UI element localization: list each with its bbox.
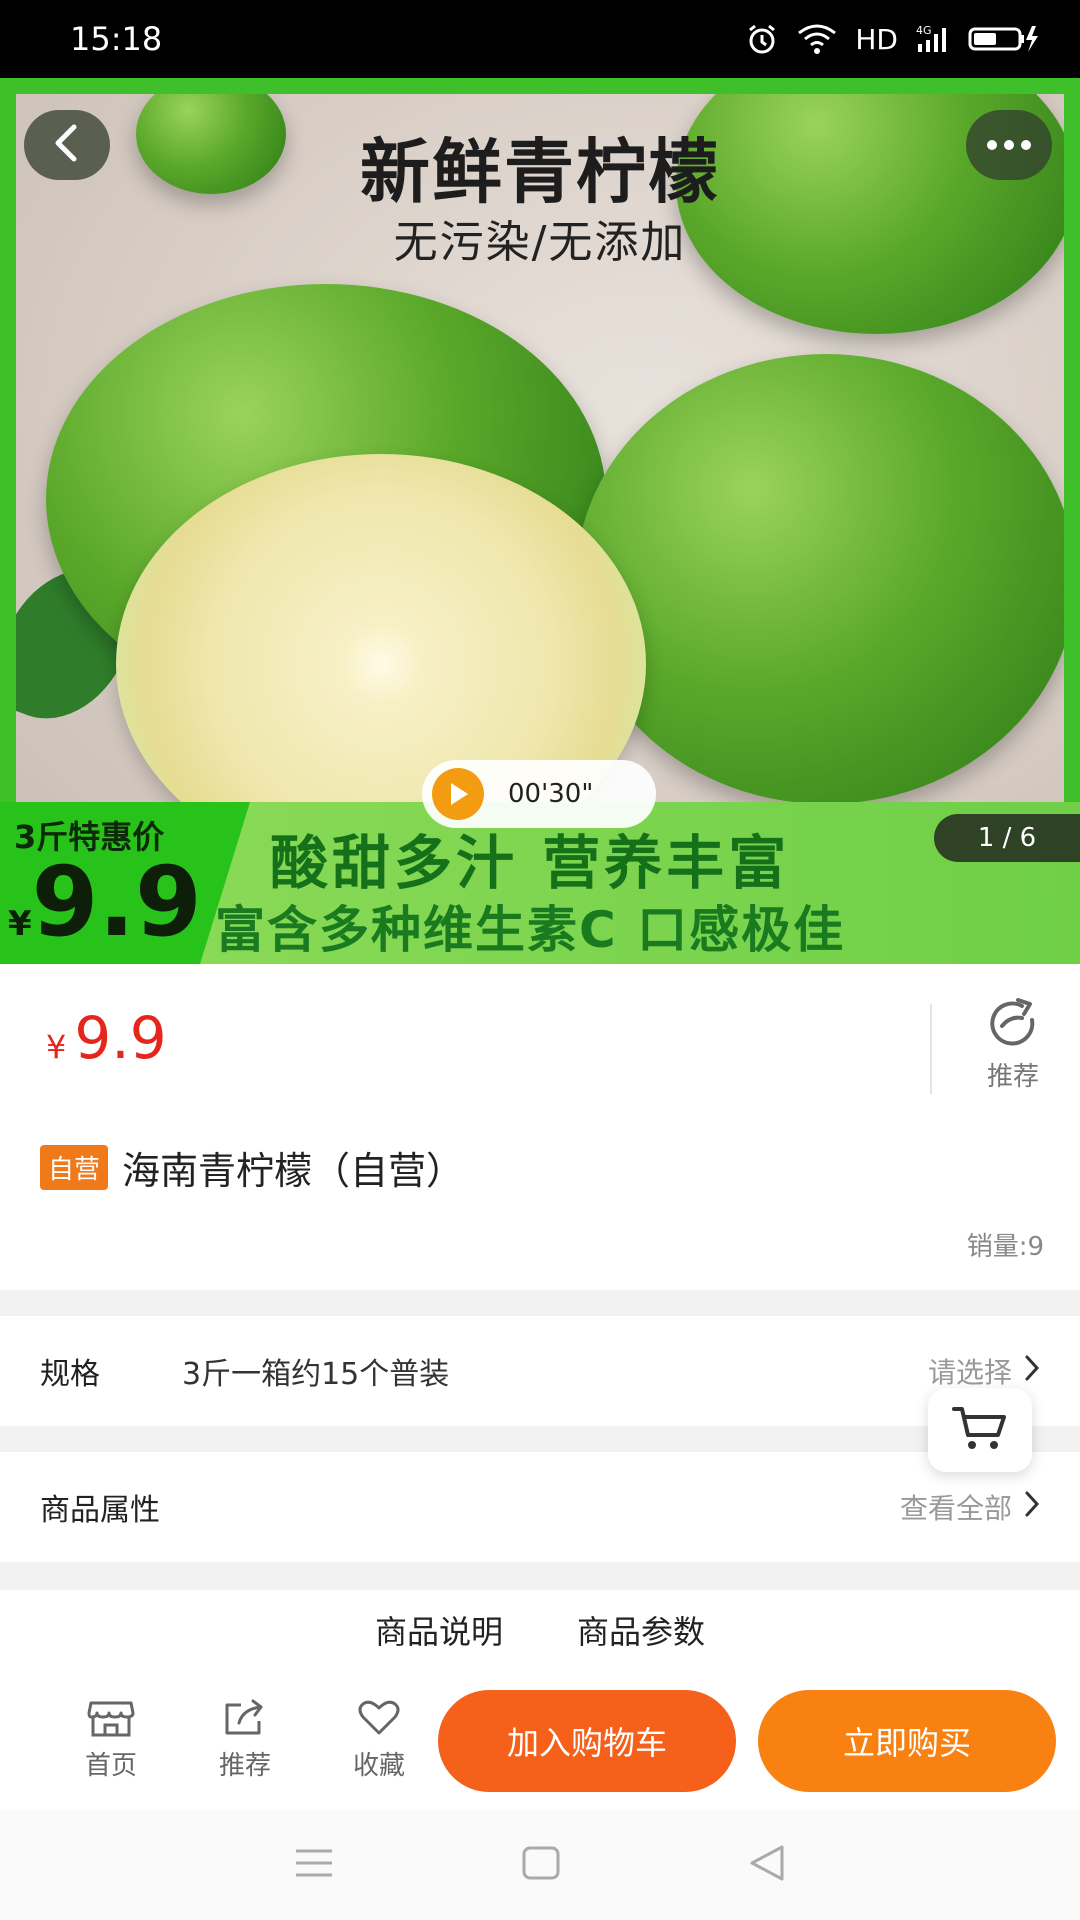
product-title: 海南青柠檬（自营） [122,1149,465,1193]
add-to-cart-button[interactable]: 加入购物车 [438,1690,736,1792]
attributes-label: 商品属性 [40,1493,160,1528]
favorite-label: 收藏 [352,1750,405,1781]
alarm-icon [745,22,779,56]
view-all-attributes[interactable]: 查看全部 [900,1487,1040,1527]
chevron-left-icon [52,123,82,167]
home-button[interactable]: 首页 [44,1699,178,1782]
recommend-button[interactable]: 推荐 [178,1699,312,1782]
share-refresh-icon [984,998,1042,1052]
product-attributes-row[interactable]: 商品属性 查看全部 [0,1452,1080,1562]
promo-currency: ¥ [8,904,32,944]
floating-cart-button[interactable] [928,1388,1032,1472]
store-icon [87,1699,135,1741]
favorite-button[interactable]: 收藏 [312,1699,446,1782]
signal-icon: 4G [916,24,950,54]
price-card: ¥9.9 推荐 自营 海南青柠檬（自营） 销量:9 [0,964,1080,1290]
tab-description[interactable]: 商品说明 [375,1607,503,1653]
product-price: ¥9.9 [46,1004,167,1072]
view-all-label: 查看全部 [899,1492,1012,1525]
lime-decoration [576,354,1064,804]
recommend-button-label: 推荐 [218,1750,271,1781]
product-detail-page: 15:18 HD 4G 新鲜青柠檬 无污染/无添加 3斤特惠价 ¥9.9 酸甜多… [0,0,1080,1920]
chevron-right-icon [1024,1490,1040,1525]
promo-price: ¥9.9 [8,854,202,950]
play-icon [432,768,484,820]
promo-line-1: 酸甜多汁 营养丰富 [270,829,791,897]
self-operated-badge: 自营 [40,1145,109,1190]
play-video-button[interactable]: 00'30" [422,760,656,828]
buy-now-button[interactable]: 立即购买 [758,1690,1056,1792]
spec-choose-label: 请选择 [927,1356,1012,1389]
tab-parameters[interactable]: 商品参数 [577,1607,705,1653]
sales-count: 销量:9 [966,1232,1044,1262]
status-bar: 15:18 HD 4G [0,0,1080,78]
spec-choose[interactable]: 请选择 [928,1351,1040,1391]
promo-price-value: 9.9 [31,846,202,958]
status-time: 15:18 [70,20,163,58]
image-page-indicator: 1 / 6 [934,814,1080,862]
more-button[interactable] [966,110,1052,180]
hd-indicator: HD [855,22,898,56]
price-value: 9.9 [74,1004,167,1072]
bottom-action-bar: 首页 推荐 收藏 加入购物车 立即购买 [0,1670,1080,1810]
spec-value: 3斤一箱约15个普装 [182,1357,450,1392]
system-navigation-bar [0,1810,1080,1920]
home-label: 首页 [84,1750,137,1781]
product-title-row: 自营 海南青柠檬（自营） [40,1140,464,1195]
share-icon [223,1699,267,1741]
recommend-label: 推荐 [986,1062,1039,1092]
chevron-right-icon [1024,1354,1040,1389]
back-nav-icon[interactable] [748,1845,786,1885]
more-horizontal-icon [986,136,1032,155]
wifi-icon [797,23,837,55]
video-duration: 00'30" [508,779,594,809]
hero-subtitle: 无污染/无添加 [393,217,687,268]
spec-label: 规格 [40,1357,100,1392]
share-recommend-button[interactable]: 推荐 [968,998,1058,1093]
product-image-carousel[interactable]: 新鲜青柠檬 无污染/无添加 3斤特惠价 ¥9.9 酸甜多汁 营养丰富 富含多种维… [0,78,1080,964]
price-currency: ¥ [46,1028,67,1066]
spec-selector-row[interactable]: 规格 3斤一箱约15个普装 请选择 [0,1316,1080,1426]
back-button[interactable] [24,110,110,180]
status-icons: HD 4G [745,22,1040,56]
promo-line-2: 富含多种维生素C 口感极佳 [215,901,846,959]
home-nav-icon[interactable] [522,1846,560,1884]
menu-icon[interactable] [294,1847,334,1883]
hero-title: 新鲜青柠檬 [360,131,720,213]
detail-tabs: 商品说明 商品参数 [0,1590,1080,1670]
shopping-cart-icon [952,1405,1008,1455]
svg-text:4G: 4G [916,24,932,37]
battery-charging-icon [968,24,1040,54]
divider [930,1004,932,1094]
heart-icon [357,1699,401,1741]
